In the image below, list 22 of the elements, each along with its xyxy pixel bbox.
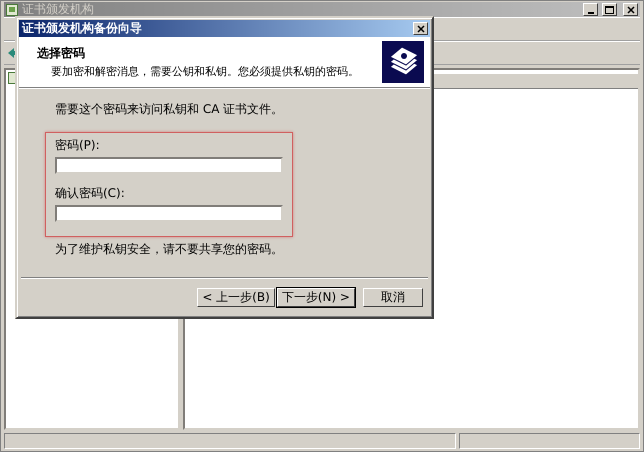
- wizard-button[interactable]: < 上一步(B): [197, 288, 275, 306]
- security-note: 为了维护私钥安全，请不要共享您的密码。: [55, 241, 284, 258]
- close-button[interactable]: [413, 22, 428, 35]
- minimize-button[interactable]: [583, 3, 598, 16]
- wizard-button[interactable]: 下一步(N) >: [276, 288, 355, 306]
- field-label: 密码(P):: [55, 137, 101, 154]
- maximize-icon: [605, 6, 614, 14]
- close-icon: [626, 6, 634, 14]
- intro-text: 需要这个密码来访问私钥和 CA 证书文件。: [55, 101, 284, 118]
- minimize-icon: [588, 12, 594, 14]
- maximize-button[interactable]: [602, 3, 617, 16]
- main-window-title: 证书颁发机构: [22, 1, 95, 18]
- password-field[interactable]: [55, 157, 283, 174]
- password-field[interactable]: [55, 205, 283, 222]
- close-icon: [416, 24, 424, 32]
- field-label: 确认密码(C):: [55, 185, 126, 202]
- dialog-title: 证书颁发机构备份向导: [22, 20, 143, 37]
- header-subtitle: 要加密和解密消息，需要公钥和私钥。您必须提供私钥的密码。: [50, 64, 360, 79]
- wizard-button[interactable]: 取消: [363, 288, 423, 306]
- certificate-stack-icon: [382, 41, 424, 83]
- close-button[interactable]: [623, 3, 638, 16]
- header-title: 选择密码: [37, 45, 86, 62]
